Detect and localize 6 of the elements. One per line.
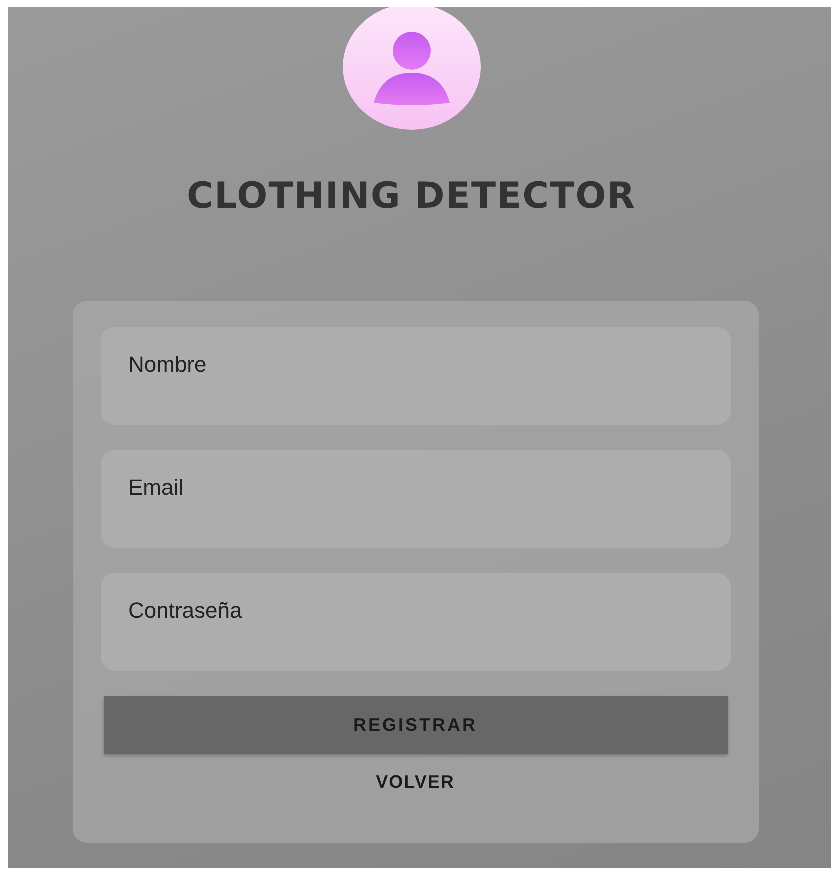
- input-field[interactable]: Email: [100, 450, 730, 548]
- back-link[interactable]: VOLVER: [376, 772, 455, 793]
- app-title: CLOTHING DETECTOR: [187, 175, 636, 219]
- input-field[interactable]: Contraseña: [100, 573, 730, 671]
- user-avatar-icon: [342, 7, 482, 133]
- input-field[interactable]: Nombre: [100, 327, 730, 425]
